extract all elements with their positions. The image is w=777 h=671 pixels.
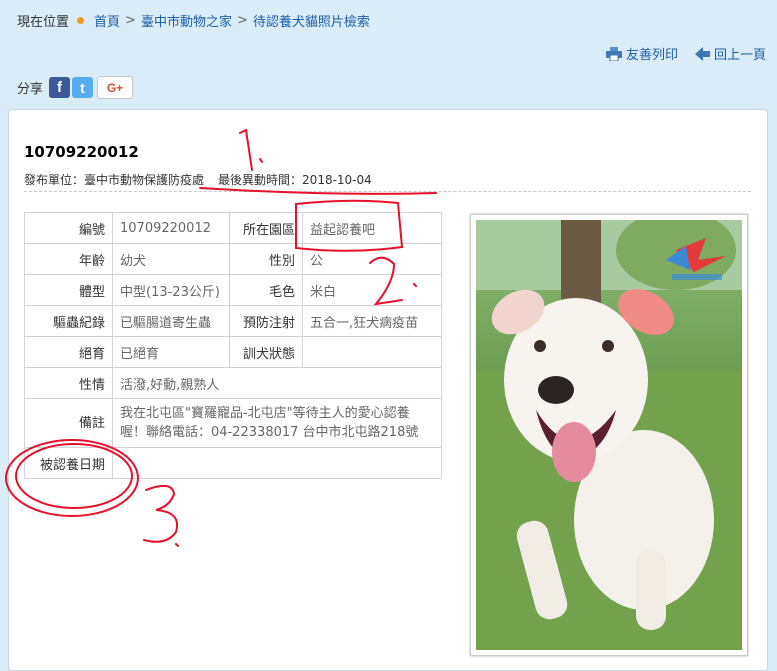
twitter-share-button[interactable]: t: [72, 77, 94, 98]
area-label: 所在園區: [229, 212, 303, 244]
print-label: 友善列印: [625, 48, 678, 63]
training-value: [302, 336, 442, 368]
printer-icon: [605, 46, 622, 61]
facebook-share-button[interactable]: f: [49, 77, 71, 98]
publisher-label: 發布單位：: [24, 173, 85, 187]
sex-label: 性別: [229, 243, 303, 275]
bullet-dot-icon: [77, 16, 85, 24]
animal-photo-frame: [470, 214, 748, 656]
publisher-value: 臺中市動物保護防疫處: [84, 173, 205, 187]
page-tools: 友善列印 回上一頁: [605, 44, 766, 63]
breadcrumb: 現在位置 首頁 > 臺中市動物之家 > 待認養犬貓照片檢索: [17, 11, 370, 30]
adopt-date-value: [112, 447, 442, 479]
breadcrumb-shelter-link[interactable]: 臺中市動物之家: [141, 11, 232, 30]
updated-label: 最後異動時間：: [218, 173, 303, 187]
memo-value: 我在北屯區"寶羅寵品-北屯店"等待主人的愛心認養喔！聯絡電話：04-223380…: [112, 398, 442, 448]
share-label: 分享: [17, 82, 44, 97]
memo-label: 備註: [24, 398, 113, 448]
age-label: 年齡: [24, 243, 113, 275]
record-meta: 發布單位：臺中市動物保護防疫處 最後異動時間：2018-10-04: [24, 171, 372, 188]
table-row: 驅蟲紀錄 已驅腸道寄生蟲 預防注射 五合一,狂犬病疫苗: [24, 305, 442, 337]
id-label: 編號: [24, 212, 113, 244]
temper-label: 性情: [24, 367, 113, 399]
adopt-date-label: 被認養日期: [24, 447, 113, 479]
animal-id-title: 10709220012: [24, 143, 139, 161]
table-row: 被認養日期: [24, 447, 442, 479]
table-row: 編號 10709220012 所在園區 益起認養吧: [24, 212, 442, 244]
deworm-value: 已驅腸道寄生蟲: [112, 305, 230, 337]
back-label: 回上一頁: [713, 48, 766, 63]
breadcrumb-separator: >: [236, 12, 248, 28]
table-row: 年齡 幼犬 性別 公: [24, 243, 442, 275]
back-button[interactable]: 回上一頁: [694, 44, 766, 63]
table-row: 性情 活潑,好動,親熟人: [24, 367, 442, 399]
table-row: 絕育 已絕育 訓犬狀態: [24, 336, 442, 368]
neuter-label: 絕育: [24, 336, 113, 368]
size-value: 中型(13-23公斤): [112, 274, 230, 306]
google-plus-share-button[interactable]: G+: [97, 76, 134, 99]
breadcrumb-home-link[interactable]: 首頁: [94, 11, 120, 30]
area-value: 益起認養吧: [302, 212, 442, 244]
print-button[interactable]: 友善列印: [605, 44, 678, 63]
vaccine-label: 預防注射: [229, 305, 303, 337]
divider: [24, 191, 751, 192]
breadcrumb-here-label: 現在位置: [17, 14, 70, 30]
breadcrumb-separator: >: [125, 12, 136, 28]
updated-value: 2018-10-04: [302, 173, 372, 187]
color-label: 毛色: [229, 274, 303, 306]
color-value: 米白: [302, 274, 442, 306]
sex-value: 公: [302, 243, 442, 275]
training-label: 訓犬狀態: [229, 336, 303, 368]
size-label: 體型: [24, 274, 113, 306]
table-row: 體型 中型(13-23公斤) 毛色 米白: [24, 274, 442, 306]
age-value: 幼犬: [112, 243, 230, 275]
share-bar: 分享 f t G+: [17, 76, 135, 99]
animal-detail-panel: 10709220012 發布單位：臺中市動物保護防疫處 最後異動時間：2018-1…: [8, 109, 768, 671]
deworm-label: 驅蟲紀錄: [24, 305, 113, 337]
vaccine-value: 五合一,狂犬病疫苗: [302, 305, 442, 337]
arrow-left-icon: [694, 46, 710, 61]
breadcrumb-search-link[interactable]: 待認養犬貓照片檢索: [253, 11, 370, 30]
id-value: 10709220012: [112, 212, 230, 244]
neuter-value: 已絕育: [112, 336, 230, 368]
animal-info-table: 編號 10709220012 所在園區 益起認養吧 年齡 幼犬 性別 公 體型 …: [24, 212, 442, 479]
table-row: 備註 我在北屯區"寶羅寵品-北屯店"等待主人的愛心認養喔！聯絡電話：04-223…: [24, 398, 442, 448]
temper-value: 活潑,好動,親熟人: [112, 367, 442, 399]
animal-photo: [476, 220, 742, 650]
